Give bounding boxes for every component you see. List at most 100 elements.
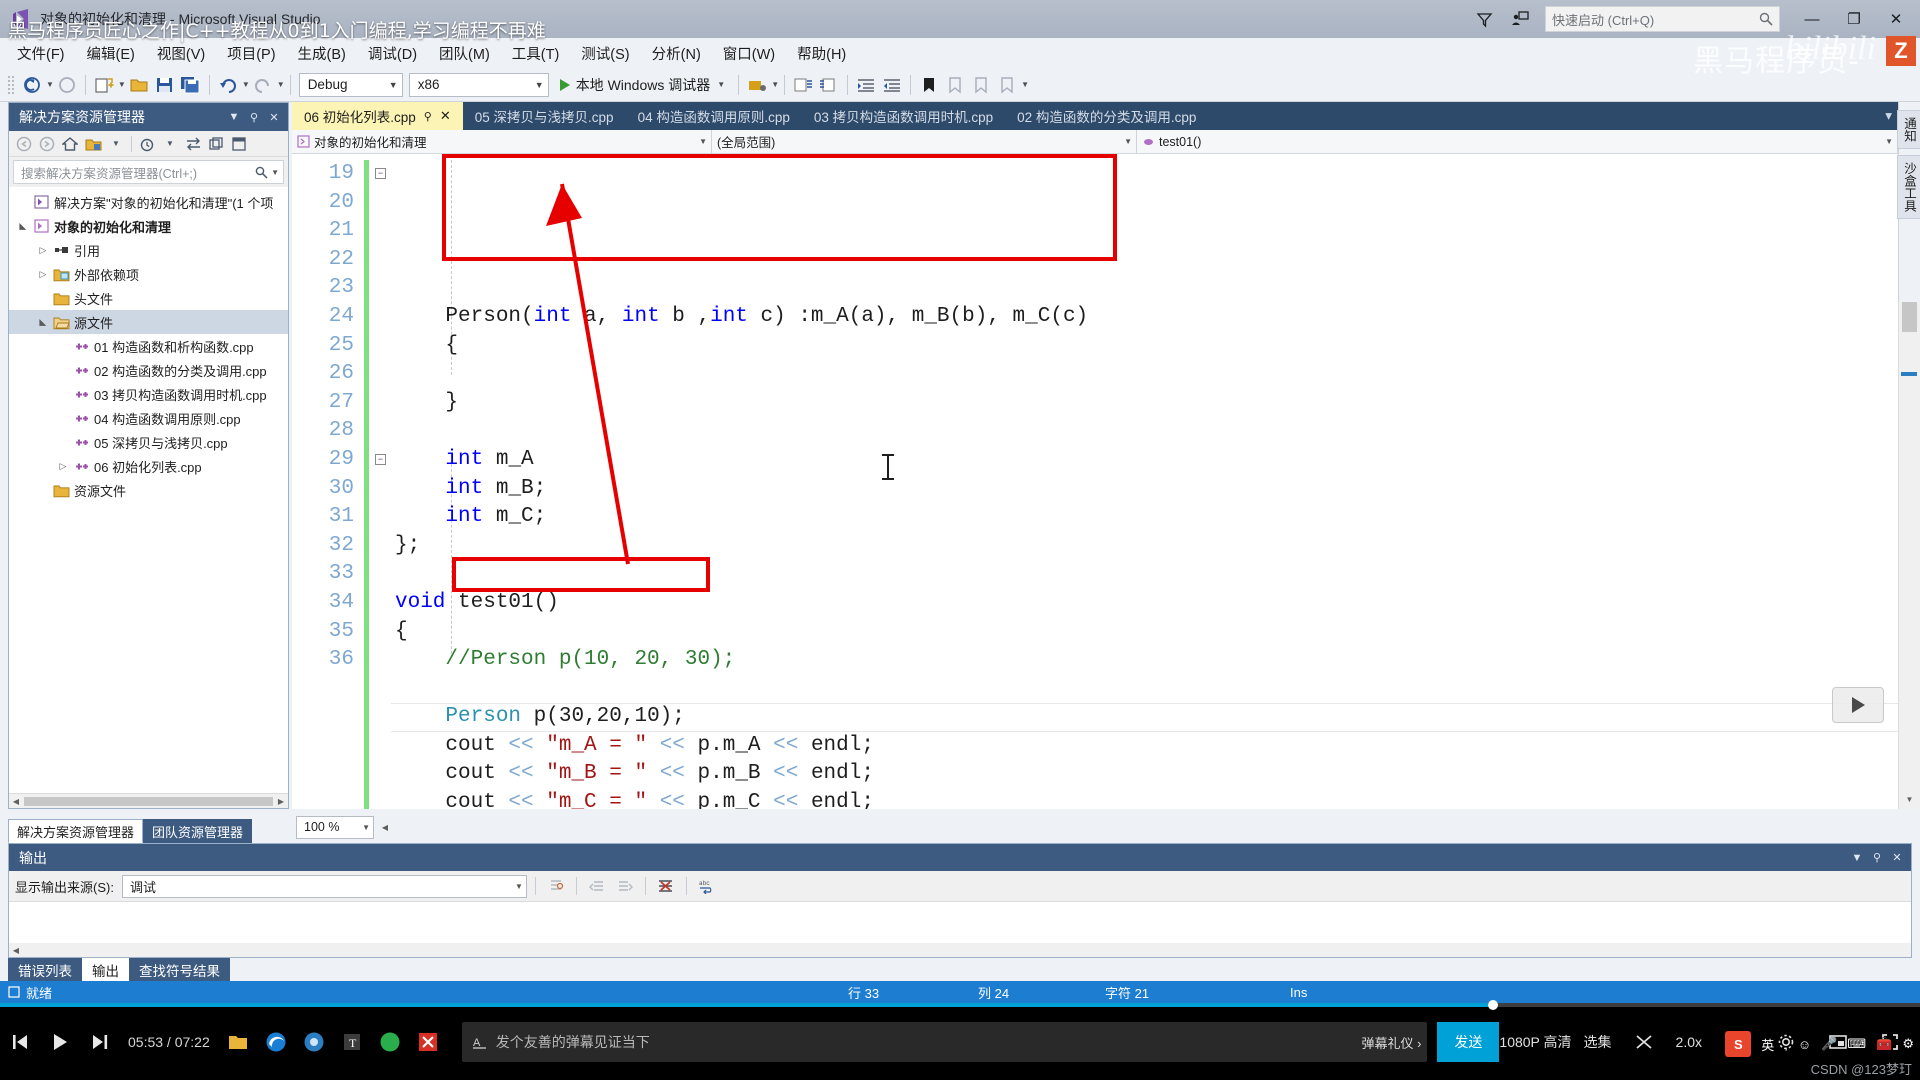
code-line-30[interactable]: { [395,618,1898,647]
tray-emoji-icon[interactable]: ☺ [1798,1037,1811,1052]
new-project-button[interactable] [91,72,117,98]
tree-item-12[interactable]: · 资源文件 [9,478,288,502]
sync-with-active-document-icon[interactable] [182,133,204,155]
code-line-20[interactable]: { [395,332,1898,361]
tree-item-8[interactable]: · 03 拷贝构造函数调用时机.cpp [9,382,288,406]
toggle-bookmark-button[interactable] [916,72,942,98]
panel-pin-icon[interactable]: ⚲ [1867,851,1887,864]
menu-item-edit[interactable]: 编辑(E) [76,40,146,67]
attach-dropdown-icon[interactable]: ▼ [771,80,779,89]
menu-item-help[interactable]: 帮助(H) [786,40,857,67]
danmaku-send-button[interactable]: 发送 [1437,1022,1500,1062]
dock-tab-solution-explorer[interactable]: 解决方案资源管理器 [8,819,144,843]
undo-dropdown-icon[interactable]: ▼ [242,80,250,89]
tree-item-6[interactable]: · 01 构造函数和析构函数.cpp [9,334,288,358]
menu-item-analyze[interactable]: 分析(N) [641,40,712,67]
editor-scroll-left-icon[interactable]: ◀ [378,823,392,832]
tray-punctuation-icon[interactable]: , [1784,1037,1788,1052]
tray-keyboard-icon[interactable]: ⌨ [1847,1036,1866,1052]
uncomment-selection-button[interactable] [816,72,842,98]
play-pause-button[interactable] [40,1022,80,1062]
code-line-29[interactable]: void test01() [395,589,1898,618]
attach-process-button[interactable] [744,72,770,98]
filter-icon[interactable] [1467,4,1501,34]
panel-dropdown-icon[interactable]: ▼ [1847,852,1867,864]
scroll-right-icon[interactable]: ▶ [274,797,288,806]
previous-bookmark-button[interactable] [942,72,968,98]
go-to-next-message-icon[interactable] [613,875,637,897]
close-button[interactable]: ✕ [1876,4,1916,34]
tree-item-10[interactable]: · 05 深拷贝与浅拷贝.cpp [9,430,288,454]
code-surface[interactable]: 19 20 21 22 23 24 25 26 27 28 29 30 31 32 33 34 35 36 − −… [292,154,1898,809]
tree-item-4[interactable]: · 头文件 [9,286,288,310]
video-speed-label[interactable]: 2.0x [1676,1034,1702,1050]
tree-item-2[interactable]: ▷ 引用 [9,238,288,262]
video-quality-label[interactable]: 1080P 高清 [1499,1032,1571,1052]
previous-episode-button[interactable] [0,1022,40,1062]
undo-button[interactable] [215,72,241,98]
scroll-left-icon[interactable]: ◀ [9,946,23,955]
feedback-icon[interactable] [1503,4,1537,34]
code-line-31[interactable]: //Person p(10, 20, 30); [395,646,1898,675]
menu-item-team[interactable]: 团队(M) [428,40,501,67]
code-line-21[interactable] [395,360,1898,389]
output-text-area[interactable] [9,901,1911,943]
code-line-19[interactable]: Person(int a, int b ,int c) :m_A(a), m_B… [395,303,1898,332]
fold-toggle-29[interactable]: − [375,454,386,465]
show-all-files-icon[interactable] [82,133,104,155]
preview-selected-items-icon[interactable] [228,133,250,155]
code-line-35[interactable]: cout << "m_B = " << p.m_B << endl; [395,760,1898,789]
code-line-32[interactable] [395,675,1898,704]
pin-icon[interactable]: ⚲ [424,110,432,123]
code-text[interactable]: Person(int a, int b ,int c) :m_A(a), m_B… [391,154,1898,809]
toolbar-overflow-icon[interactable]: ▼ [1021,80,1029,89]
editor-tab-03[interactable]: 03 拷贝构造函数调用时机.cpp [802,102,1005,130]
editor-zoom-combo[interactable]: 100 % ▼ [296,815,374,839]
output-hscrollbar[interactable]: ◀ [9,943,1911,957]
code-line-27[interactable]: }; [395,532,1898,561]
menu-item-project[interactable]: 项目(P) [216,40,286,67]
pending-changes-icon[interactable] [136,133,158,155]
fold-toggle-19[interactable]: − [375,168,386,179]
menu-item-tools[interactable]: 工具(T) [501,40,571,67]
taskbar-icon-typora[interactable]: T [336,1026,368,1058]
menu-item-window[interactable]: 窗口(W) [712,40,786,67]
solution-explorer-hscrollbar[interactable]: ◀ ▶ [9,793,288,808]
editor-tab-05[interactable]: 05 深拷贝与浅拷贝.cpp [463,102,626,130]
sogou-input-icon[interactable]: S [1725,1031,1752,1057]
editor-tab-06[interactable]: 06 初始化列表.cpp ⚲ ✕ [292,102,463,130]
editor-tab-04[interactable]: 04 构造函数调用原则.cpp [626,102,802,130]
tray-mic-icon[interactable]: 🎤 [1821,1036,1837,1052]
code-line-36[interactable]: cout << "m_C = " << p.m_C << endl; [395,789,1898,809]
tray-ime-label[interactable]: 英 [1761,1035,1774,1054]
tree-item-7[interactable]: · 02 构造函数的分类及调用.cpp [9,358,288,382]
scroll-left-icon[interactable]: ◀ [9,797,23,806]
solution-tree[interactable]: ·解决方案"对象的初始化和清理"(1 个项◢对象的初始化和清理▷引用▷外部依赖项… [9,187,288,793]
tree-item-3[interactable]: ▷ 外部依赖项 [9,262,288,286]
expand-icon[interactable]: ▷ [35,269,51,280]
tray-toolbox-icon[interactable]: 🧰 [1876,1036,1892,1052]
next-bookmark-button[interactable] [968,72,994,98]
dock-tab-notifications[interactable]: 通知 [1897,110,1920,149]
code-line-26[interactable]: int m_C; [395,503,1898,532]
navigate-backward-button[interactable] [19,72,45,98]
code-line-25[interactable]: int m_B; [395,475,1898,504]
dock-tab-error-list[interactable]: 错误列表 [8,958,82,981]
code-line-33[interactable]: Person p(30,20,10); [391,703,1898,732]
code-line-22[interactable]: } [395,389,1898,418]
code-line-34[interactable]: cout << "m_A = " << p.m_A << endl; [395,732,1898,761]
solution-explorer-search-input[interactable]: 搜索解决方案资源管理器(Ctrl+;) ▼ [13,160,284,184]
code-line-23[interactable] [395,417,1898,446]
find-message-icon[interactable] [544,875,568,897]
dock-tab-output[interactable]: 输出 [82,958,129,981]
danmaku-etiquette-link[interactable]: 弹幕礼仪 › [1361,1033,1427,1052]
toggle-word-wrap-icon[interactable]: abc [695,875,719,897]
navigate-backward-dropdown-icon[interactable]: ▼ [46,80,54,89]
decrease-indent-button[interactable] [879,72,905,98]
comment-selection-button[interactable] [790,72,816,98]
tree-item-0[interactable]: · 解决方案"对象的初始化和清理"(1 个项 [9,190,288,214]
save-button[interactable] [152,72,178,98]
chevron-down-icon-2[interactable]: ▼ [159,133,181,155]
forward-icon[interactable] [36,133,58,155]
video-progress-handle[interactable] [1488,1000,1498,1010]
